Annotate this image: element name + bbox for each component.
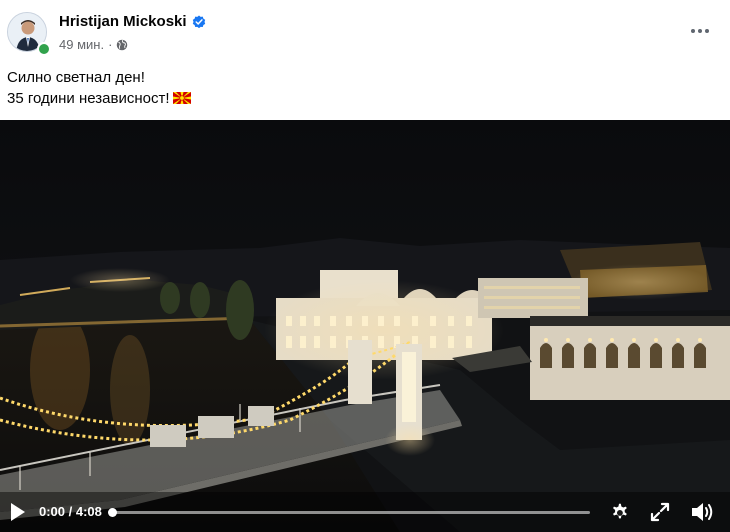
globe-icon[interactable] bbox=[116, 39, 128, 51]
video-progress-bar[interactable] bbox=[108, 508, 590, 517]
post-text-line-1: Силно светнал ден! bbox=[7, 69, 145, 86]
author-name[interactable]: Hristijan Mickoski bbox=[59, 13, 187, 30]
post-meta: 49 мин. · bbox=[59, 37, 128, 52]
post-header: Hristijan Mickoski 49 мин. · bbox=[0, 0, 730, 62]
video-frame bbox=[0, 120, 730, 532]
post-text: Силно светнал ден! 35 години независност… bbox=[7, 67, 191, 109]
post-timestamp[interactable]: 49 мин. bbox=[59, 37, 104, 52]
post-text-line-2: 35 години независност! bbox=[7, 90, 170, 107]
more-options-button[interactable] bbox=[682, 17, 718, 45]
meta-separator: · bbox=[108, 37, 113, 52]
post-text-line-2-wrap: 35 години независност! bbox=[7, 88, 191, 109]
more-dot bbox=[705, 29, 709, 33]
video-controls: 0:00 / 4:08 bbox=[0, 492, 730, 532]
video-player[interactable]: 0:00 / 4:08 bbox=[0, 120, 730, 532]
play-icon[interactable] bbox=[9, 502, 27, 522]
online-status-dot bbox=[37, 42, 51, 56]
fullscreen-icon[interactable] bbox=[650, 502, 670, 522]
more-dot bbox=[691, 29, 695, 33]
volume-icon[interactable] bbox=[690, 501, 714, 523]
author-row: Hristijan Mickoski bbox=[59, 13, 206, 30]
north-macedonia-flag-icon bbox=[172, 92, 191, 104]
more-dot bbox=[698, 29, 702, 33]
video-time: 0:00 / 4:08 bbox=[39, 504, 102, 519]
video-progress-knob[interactable] bbox=[108, 508, 117, 517]
gear-icon[interactable] bbox=[608, 501, 630, 523]
verified-badge-icon bbox=[192, 15, 205, 28]
